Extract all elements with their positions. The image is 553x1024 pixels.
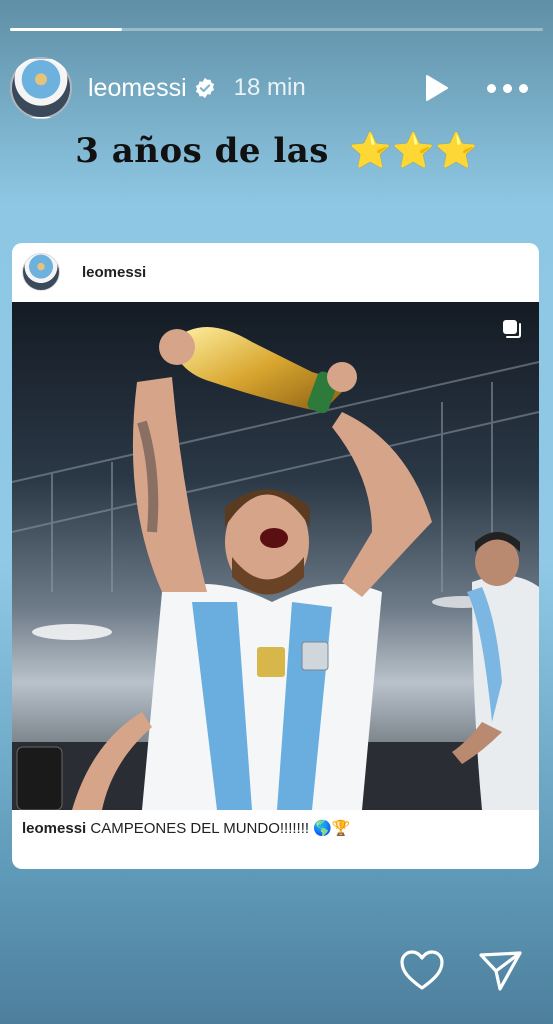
send-icon[interactable] <box>476 947 524 993</box>
post-caption: leomessi CAMPEONES DEL MUNDO!!!!!!! 🌎🏆 <box>22 819 351 837</box>
more-dots-icon[interactable] <box>487 77 531 99</box>
post-photo[interactable] <box>12 302 539 810</box>
story-header: leomessi 18 min <box>10 56 543 120</box>
post-caption-user[interactable]: leomessi <box>22 820 86 837</box>
post-caption-text: CAMPEONES DEL MUNDO!!!!!!! <box>90 820 310 837</box>
story-caption-text: 3 años de las <box>75 131 329 171</box>
play-icon[interactable] <box>420 73 450 103</box>
post-caption-emoji: 🌎🏆 <box>313 820 351 837</box>
post-username[interactable]: leomessi <box>82 264 146 281</box>
verified-badge-icon <box>194 77 216 99</box>
story-progress-bar <box>10 28 543 31</box>
avatar[interactable] <box>10 57 72 119</box>
story-timestamp: 18 min <box>233 74 306 101</box>
star-icons: ⭐⭐⭐ <box>349 131 478 171</box>
heart-icon[interactable] <box>398 947 446 993</box>
story-progress-fill <box>10 28 122 31</box>
story-username[interactable]: leomessi <box>88 74 187 103</box>
multi-photo-icon <box>501 318 523 340</box>
post-avatar[interactable] <box>22 253 60 291</box>
post-header: leomessi <box>12 243 539 301</box>
post-photo-illustration <box>12 302 539 810</box>
story-caption: 3 años de las ⭐⭐⭐ <box>0 131 553 171</box>
shared-post-card[interactable]: leomessi leomessi CAMPEONES DEL MUNDO!!!… <box>12 243 539 869</box>
